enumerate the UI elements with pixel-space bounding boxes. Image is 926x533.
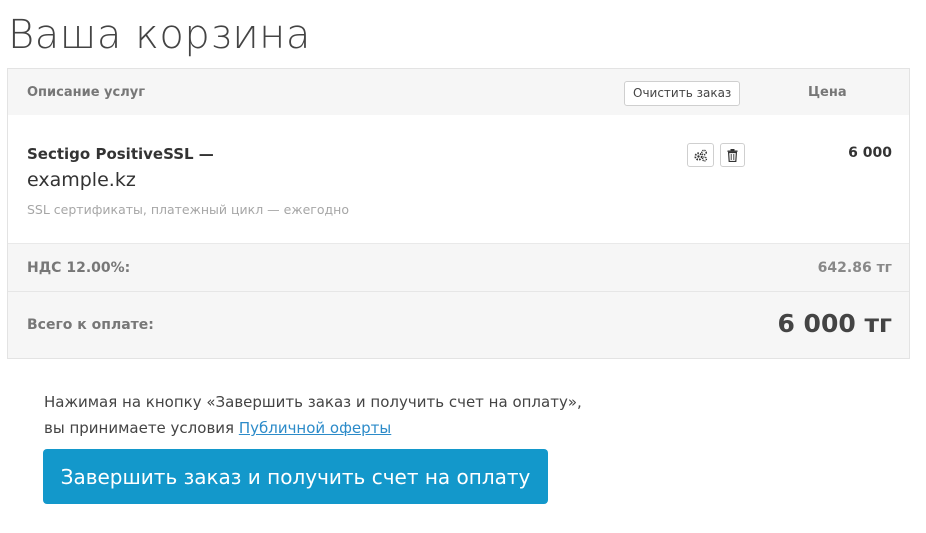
item-price: 6 000: [848, 145, 892, 161]
total-value: 6 000 тг: [777, 309, 892, 338]
item-meta: SSL сертификаты, платежный цикл — ежегод…: [27, 202, 349, 217]
remove-item-button[interactable]: [720, 143, 745, 167]
tax-label: НДС 12.00%:: [27, 260, 131, 276]
complete-order-button[interactable]: Завершить заказ и получить счет на оплат…: [43, 449, 548, 504]
item-name: Sectigo PositiveSSL —: [27, 145, 214, 163]
column-description: Описание услуг: [27, 85, 146, 100]
cart-header: Описание услуг Очистить заказ Цена: [8, 69, 909, 115]
cart-table: Описание услуг Очистить заказ Цена Secti…: [7, 68, 910, 359]
tax-row: НДС 12.00%: 642.86 тг: [8, 243, 909, 291]
terms-line-1: Нажимая на кнопку «Завершить заказ и пол…: [44, 393, 582, 411]
public-offer-link[interactable]: Публичной оферты: [239, 419, 391, 437]
trash-icon: [727, 148, 738, 162]
page-title: Ваша корзина: [8, 12, 311, 58]
terms-notice: Нажимая на кнопку «Завершить заказ и пол…: [44, 389, 744, 441]
tax-value: 642.86 тг: [817, 260, 892, 276]
gears-icon: [694, 149, 708, 162]
clear-order-button[interactable]: Очистить заказ: [624, 81, 741, 106]
cart-item: Sectigo PositiveSSL — example.kz SSL сер…: [8, 115, 909, 243]
column-price: Цена: [808, 85, 847, 100]
item-domain: example.kz: [27, 169, 136, 191]
terms-line-2: вы принимаете условия: [44, 419, 239, 437]
configure-item-button[interactable]: [687, 143, 714, 167]
total-row: Всего к оплате: 6 000 тг: [8, 291, 909, 358]
total-label: Всего к оплате:: [27, 317, 154, 333]
